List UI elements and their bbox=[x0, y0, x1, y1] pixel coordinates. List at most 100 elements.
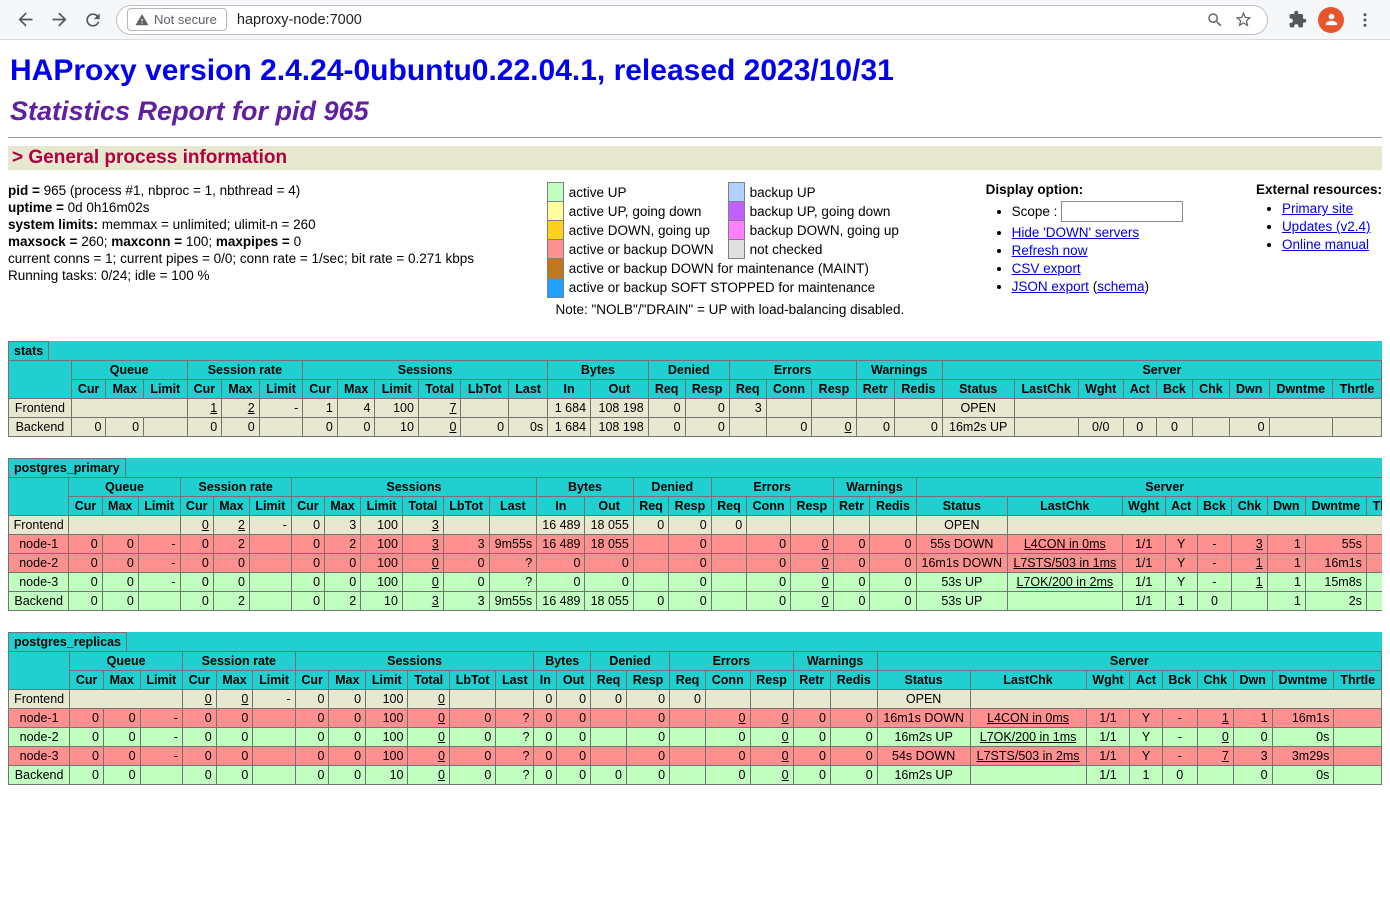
table-cell: 0s bbox=[1272, 727, 1334, 746]
table-cell: 0 bbox=[791, 534, 834, 553]
table-cell bbox=[1334, 746, 1382, 765]
column-header: Limit bbox=[144, 379, 187, 398]
column-header: Out bbox=[557, 670, 591, 689]
table-cell: 0 bbox=[534, 727, 557, 746]
external-resource-item: Primary site bbox=[1282, 201, 1382, 216]
column-header: Resp bbox=[791, 496, 834, 515]
profile-avatar[interactable] bbox=[1318, 7, 1344, 33]
table-cell: 0 bbox=[793, 746, 830, 765]
table-cell: Y bbox=[1165, 572, 1197, 591]
table-cell bbox=[711, 534, 746, 553]
divider bbox=[8, 137, 1382, 138]
table-cell: 0 bbox=[408, 727, 449, 746]
not-secure-chip[interactable]: Not secure bbox=[127, 8, 227, 31]
row-name: Frontend bbox=[9, 689, 70, 708]
table-cell bbox=[71, 398, 187, 417]
proxy-section-stats: statsQueueSession rateSessionsBytesDenie… bbox=[8, 341, 1382, 437]
column-header: Thrtle bbox=[1366, 496, 1382, 515]
corner-cell bbox=[9, 360, 72, 398]
column-header: Wght bbox=[1078, 379, 1123, 398]
table-cell: 0 bbox=[750, 708, 793, 727]
table-cell bbox=[249, 572, 291, 591]
table-cell: 0 bbox=[295, 765, 329, 784]
menu-icon[interactable] bbox=[1348, 3, 1382, 37]
json-schema-link[interactable]: schema bbox=[1097, 279, 1144, 294]
table-cell: Y bbox=[1165, 534, 1197, 553]
legend-swatch bbox=[547, 240, 563, 259]
column-group: Sessions bbox=[295, 651, 534, 670]
bookmark-star-icon[interactable] bbox=[1229, 6, 1257, 34]
table-cell bbox=[259, 417, 302, 436]
table-cell: 4 bbox=[337, 398, 375, 417]
table-cell: 0 bbox=[1156, 417, 1192, 436]
external-resource-link[interactable]: Online manual bbox=[1282, 237, 1369, 252]
table-cell: 0 bbox=[747, 553, 791, 572]
column-header: Cur bbox=[69, 496, 102, 515]
table-cell: 16m2s UP bbox=[877, 727, 970, 746]
table-cell: 0 bbox=[70, 765, 104, 784]
legend-label: not checked bbox=[744, 240, 913, 259]
column-group: Denied bbox=[591, 651, 670, 670]
table-cell: 0 bbox=[329, 765, 366, 784]
browser-toolbar: Not secure haproxy-node:7000 bbox=[0, 0, 1390, 40]
table-cell: 0 bbox=[711, 515, 746, 534]
table-cell: - bbox=[259, 398, 302, 417]
extensions-icon[interactable] bbox=[1280, 3, 1314, 37]
scope-input[interactable] bbox=[1061, 201, 1183, 222]
table-cell: 1/1 bbox=[1122, 534, 1165, 553]
table-cell: 0 bbox=[295, 727, 329, 746]
json-export-link[interactable]: JSON export bbox=[1012, 279, 1089, 294]
external-resource-item: Online manual bbox=[1282, 237, 1382, 252]
table-cell: - bbox=[1197, 534, 1232, 553]
running-tasks-line: Running tasks: 0/24; idle = 100 % bbox=[8, 267, 474, 284]
table-cell: 100 bbox=[366, 689, 408, 708]
table-cell bbox=[1008, 591, 1122, 610]
table-cell: ? bbox=[496, 727, 534, 746]
reload-button[interactable] bbox=[76, 3, 110, 37]
external-resource-link[interactable]: Updates (v2.4) bbox=[1282, 219, 1371, 234]
page-title[interactable]: HAProxy version 2.4.24-0ubuntu0.22.04.1,… bbox=[10, 54, 1382, 88]
table-cell: - bbox=[138, 534, 180, 553]
table-cell: 0 bbox=[534, 765, 557, 784]
column-header: Dwntme bbox=[1272, 670, 1334, 689]
table-cell: 0 bbox=[705, 708, 750, 727]
display-option-link[interactable]: CSV export bbox=[1012, 261, 1081, 276]
table-cell bbox=[1334, 765, 1382, 784]
back-icon bbox=[15, 9, 36, 30]
table-cell: 16 489 bbox=[537, 591, 585, 610]
table-cell: 0 bbox=[537, 553, 585, 572]
address-bar[interactable]: Not secure haproxy-node:7000 bbox=[116, 5, 1268, 35]
column-header: Dwntme bbox=[1305, 496, 1366, 515]
column-header: Max bbox=[222, 379, 260, 398]
back-button[interactable] bbox=[8, 3, 42, 37]
general-info-section: pid = 965 (process #1, nbproc = 1, nbthr… bbox=[8, 182, 1382, 317]
table-cell: - bbox=[138, 572, 180, 591]
forward-button[interactable] bbox=[42, 3, 76, 37]
table-cell: 3 bbox=[325, 515, 361, 534]
column-header: Conn bbox=[766, 379, 812, 398]
table-cell bbox=[633, 534, 668, 553]
legend-swatch bbox=[728, 221, 744, 240]
table-cell bbox=[449, 689, 495, 708]
table-cell: 0 bbox=[1233, 765, 1272, 784]
display-option-link[interactable]: Hide 'DOWN' servers bbox=[1012, 225, 1139, 240]
column-header: Max bbox=[216, 670, 253, 689]
pid-line: pid = 965 (process #1, nbproc = 1, nbthr… bbox=[8, 182, 474, 199]
table-cell: - bbox=[249, 515, 291, 534]
display-option-link[interactable]: Refresh now bbox=[1012, 243, 1088, 258]
column-header: Cur bbox=[71, 379, 106, 398]
table-cell bbox=[249, 591, 291, 610]
legend-label: backup DOWN, going up bbox=[744, 221, 913, 240]
column-header: Max bbox=[325, 496, 361, 515]
table-cell: 1 bbox=[303, 398, 338, 417]
external-resource-link[interactable]: Primary site bbox=[1282, 201, 1353, 216]
table-cell: 0 bbox=[747, 572, 791, 591]
table-cell: 0 bbox=[705, 727, 750, 746]
zoom-icon[interactable] bbox=[1201, 6, 1229, 34]
table-cell bbox=[750, 689, 793, 708]
table-cell: 9m55s bbox=[489, 591, 537, 610]
table-cell: 3 bbox=[729, 398, 766, 417]
table-cell: 0 bbox=[1123, 417, 1156, 436]
table-cell: 3 bbox=[402, 591, 443, 610]
table-cell: 0 bbox=[295, 689, 329, 708]
